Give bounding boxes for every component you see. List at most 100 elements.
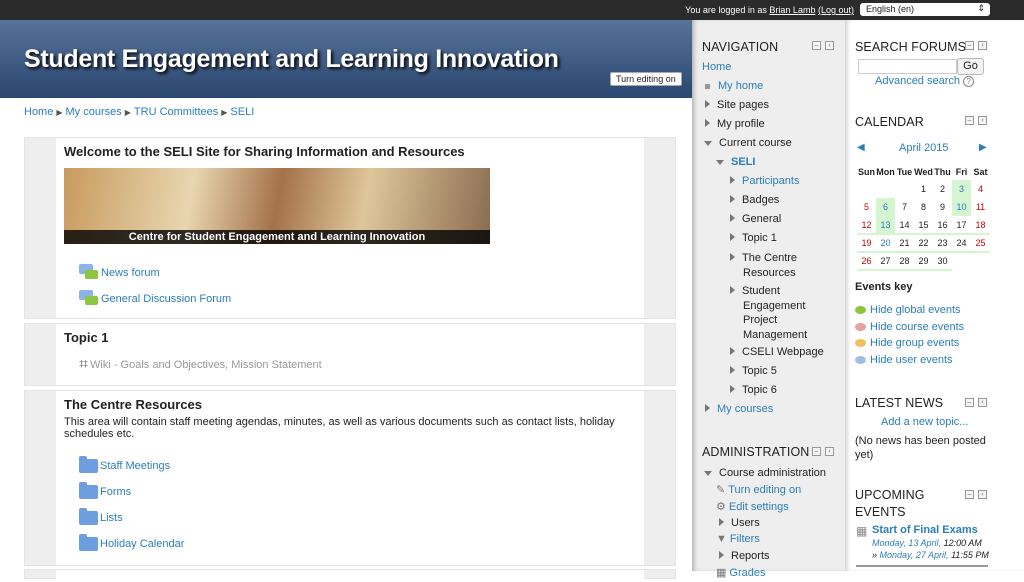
dock-icon[interactable]: ‹ [978,116,987,125]
next-month-icon[interactable]: ▶ [979,142,987,153]
calendar-day[interactable]: 8 [914,198,933,216]
add-new-topic-link[interactable]: Add a new topic... [881,416,968,428]
folder-lists[interactable]: Lists [79,508,123,525]
collapse-icon[interactable]: – [812,447,821,456]
calendar-day[interactable]: 10 [952,198,971,216]
nav-home[interactable]: Home [702,61,731,73]
calendar-day[interactable]: 6 [876,198,895,216]
advanced-search-link[interactable]: Advanced search [875,75,960,87]
calendar-day[interactable]: 22 [914,234,933,253]
nav-current-course[interactable]: Current course [704,137,792,149]
help-icon[interactable]: ? [963,76,975,87]
nav-seli[interactable]: SELI [716,156,755,168]
dock-icon[interactable]: ‹ [978,490,987,499]
calendar-day[interactable]: 2 [933,180,952,198]
nav-my-profile[interactable]: My profile [705,118,765,130]
breadcrumb-home[interactable]: Home [24,106,53,118]
calendar-day[interactable]: 16 [933,216,952,235]
calendar-day[interactable]: 28 [895,252,914,271]
calendar-day[interactable]: 24 [952,234,971,253]
calendar-day[interactable]: 19 [857,234,876,253]
calendar-day[interactable]: 20 [876,234,895,253]
latest-news-title: LATEST NEWS [855,396,944,410]
calendar-day[interactable]: 15 [914,216,933,235]
admin-reports[interactable]: Reports [719,550,770,562]
turn-editing-on-button[interactable]: Turn editing on [610,72,682,86]
nav-cseli-webpage[interactable]: CSELI Webpage [730,346,824,358]
admin-edit-settings[interactable]: ⚙ Edit settings [716,500,789,513]
nav-badges[interactable]: Badges [730,194,779,206]
prev-month-icon[interactable]: ◀ [857,142,865,153]
admin-course-administration[interactable]: Course administration [704,467,826,479]
nav-general[interactable]: General [730,213,781,225]
collapse-icon[interactable]: – [965,116,974,125]
breadcrumb-seli[interactable]: SELI [230,106,254,118]
collapse-arrow-icon [704,471,712,476]
nav-topic-6[interactable]: Topic 6 [730,384,777,396]
calendar-day[interactable]: 21 [895,234,914,253]
admin-grades[interactable]: ▦ Grades [716,566,765,579]
activity-general-discussion[interactable]: General Discussion Forum [79,290,231,308]
calendar-day [876,180,895,198]
calendar-day[interactable]: 9 [933,198,952,216]
calendar-day[interactable]: 5 [857,198,876,216]
nav-my-courses[interactable]: My courses [705,403,773,415]
calendar-day[interactable]: 7 [895,198,914,216]
collapse-icon[interactable]: – [965,490,974,499]
go-button[interactable]: Go [957,58,984,75]
breadcrumb-my-courses[interactable]: My courses [66,106,122,118]
events-key-item[interactable]: Hide global events [855,304,961,316]
nav-topic-5[interactable]: Topic 5 [730,365,777,377]
calendar-day[interactable]: 30 [933,252,952,271]
calendar-day[interactable]: 25 [971,234,990,253]
user-link[interactable]: Brian Lamb [769,5,815,15]
calendar-day[interactable]: 23 [933,234,952,253]
calendar-day[interactable]: 4 [971,180,990,198]
dock-icon[interactable]: ‹ [825,447,834,456]
weekday: Mon [876,167,895,177]
nav-site-pages[interactable]: Site pages [705,99,769,111]
calendar-month[interactable]: April 2015 [899,142,949,154]
logout-link[interactable]: (Log out) [818,5,854,15]
folder-holiday-calendar[interactable]: Holiday Calendar [79,534,184,551]
calendar-day[interactable]: 14 [895,216,914,235]
activity-news-forum[interactable]: News forum [79,264,160,282]
calendar-day[interactable]: 3 [952,180,971,198]
events-key-item[interactable]: Hide course events [855,321,964,333]
nav-my-home[interactable]: My home [705,80,763,92]
collapse-icon[interactable]: – [965,398,974,407]
calendar-day[interactable]: 18 [971,216,990,235]
language-select[interactable]: English (en) ⇕ [860,3,990,16]
folder-forms[interactable]: Forms [79,482,131,499]
event-link[interactable]: Start of Final Exams [872,524,978,536]
calendar-day[interactable]: 29 [914,252,933,271]
admin-filters[interactable]: ▼ Filters [716,533,760,545]
calendar-day [952,252,971,270]
nav-topic-1[interactable]: Topic 1 [730,232,777,244]
dock-icon[interactable]: ‹ [825,41,834,50]
breadcrumb-tru-committees[interactable]: TRU Committees [134,106,218,118]
collapse-icon[interactable]: – [965,41,974,50]
calendar-day[interactable]: 1 [914,180,933,198]
dock-icon[interactable]: ‹ [978,398,987,407]
admin-turn-editing-on[interactable]: ✎ Turn editing on [716,483,801,496]
calendar-day[interactable]: 12 [857,216,876,235]
events-key-item[interactable]: Hide group events [855,337,959,349]
nav-participants[interactable]: Participants [730,175,799,187]
section-centre-resources: The Centre Resources This area will cont… [24,390,676,566]
calendar-day[interactable]: 13 [876,216,895,235]
search-forums-input[interactable] [858,59,957,74]
events-key-item[interactable]: Hide user events [855,354,953,366]
calendar-day[interactable]: 27 [876,252,895,271]
nav-project-management[interactable]: Student Engagement Project Management [730,284,830,342]
folder-staff-meetings[interactable]: Staff Meetings [79,456,170,473]
activity-wiki[interactable]: ⌗ Wiki - Goals and Objectives, Mission St… [79,356,322,374]
calendar-day[interactable]: 26 [857,252,876,271]
calendar-day[interactable]: 11 [971,198,990,216]
collapse-icon[interactable]: – [812,41,821,50]
dock-icon[interactable]: ‹ [978,41,987,50]
admin-users[interactable]: Users [719,517,760,529]
calendar-day[interactable]: 17 [952,216,971,235]
folder-icon [79,456,98,473]
nav-centre-resources[interactable]: The Centre Resources [730,251,830,280]
